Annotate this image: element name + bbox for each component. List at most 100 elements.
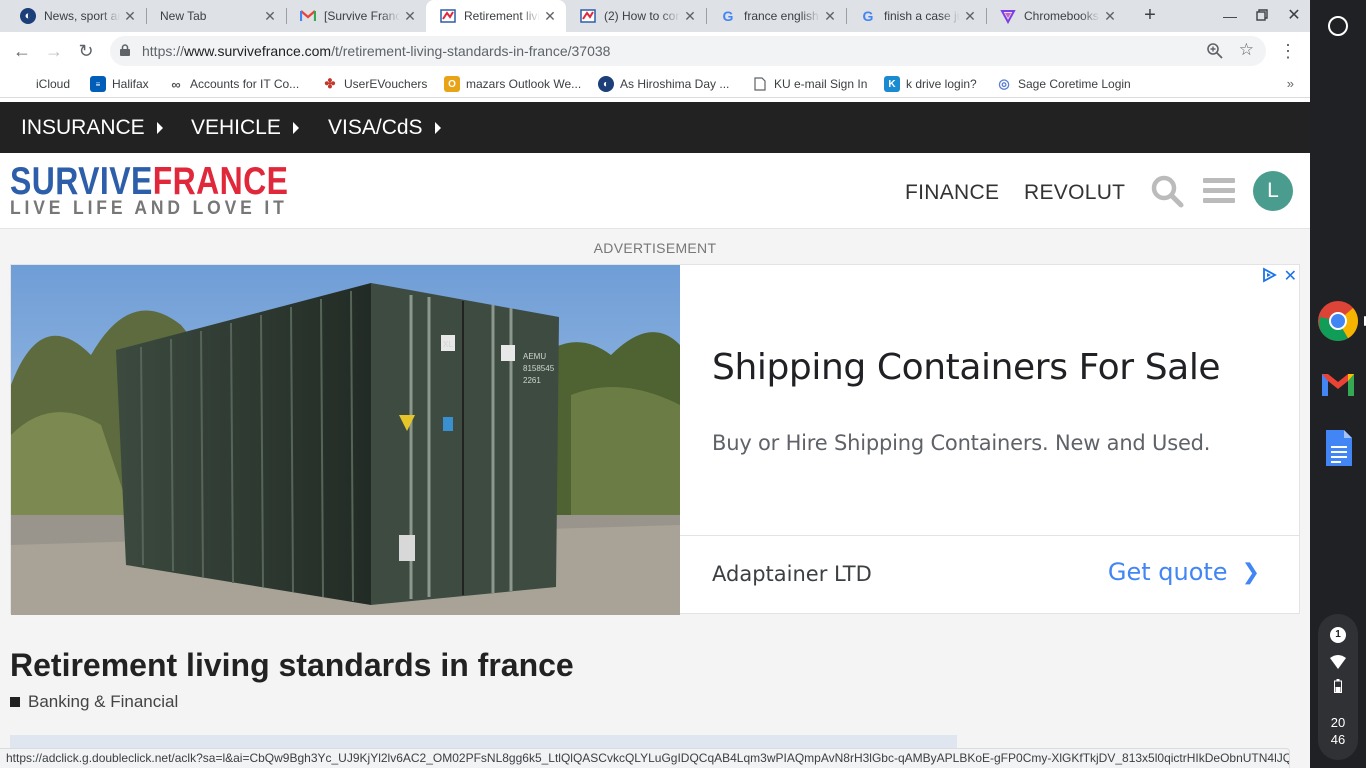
bookmark-item[interactable]: ≡ Halifax bbox=[90, 75, 149, 93]
ad-headline[interactable]: Shipping Containers For Sale bbox=[712, 347, 1221, 388]
bookmark-item[interactable]: ∞ Accounts for IT Co... bbox=[168, 75, 299, 93]
lock-icon[interactable] bbox=[120, 44, 130, 56]
tab-title: [Survive France bbox=[324, 9, 400, 23]
forward-icon[interactable]: → bbox=[42, 39, 66, 63]
close-icon[interactable]: ✕ bbox=[540, 8, 560, 25]
ad-cta-button[interactable]: Get quote ❯ bbox=[1108, 558, 1260, 586]
site-logo[interactable]: SURVIVEFRANCE LIVE LIFE AND LOVE IT bbox=[10, 162, 350, 218]
zoom-icon[interactable] bbox=[1206, 42, 1224, 60]
k-icon: K bbox=[884, 76, 900, 92]
nav-vehicle[interactable]: VEHICLE bbox=[191, 116, 299, 140]
nav-visa[interactable]: VISA/CdS bbox=[328, 116, 441, 140]
close-icon[interactable]: ✕ bbox=[1100, 8, 1120, 25]
close-icon[interactable]: ✕ bbox=[120, 8, 140, 25]
close-icon[interactable]: ✕ bbox=[820, 8, 840, 25]
launcher-icon[interactable] bbox=[1328, 16, 1348, 36]
site-header: SURVIVEFRANCE LIVE LIFE AND LOVE IT FINA… bbox=[0, 153, 1310, 229]
tab-title: france english bbox=[744, 9, 819, 23]
browser-menu-icon[interactable]: ⋮ bbox=[1278, 40, 1298, 62]
header-link-revolut[interactable]: REVOLUT bbox=[1024, 181, 1125, 205]
advertisement[interactable]: XL AEMU 8158545 2261 ✕ Shipping Containe… bbox=[10, 264, 1300, 615]
tab[interactable]: G france english ✕ bbox=[706, 0, 846, 32]
bookmark-label: Halifax bbox=[112, 77, 149, 91]
tab-title: News, sport and bbox=[44, 9, 120, 23]
bookmark-label: KU e-mail Sign In bbox=[774, 77, 868, 91]
bookmark-item[interactable]: ◐ As Hiroshima Day ... bbox=[598, 75, 729, 93]
user-avatar[interactable]: L bbox=[1253, 171, 1293, 211]
docs-icon[interactable] bbox=[1316, 426, 1360, 470]
adchoices-icon[interactable] bbox=[1261, 267, 1277, 283]
clock[interactable]: 20 46 bbox=[1318, 714, 1358, 748]
vouchers-icon: ✤ bbox=[324, 76, 336, 91]
reload-icon[interactable]: ↻ bbox=[74, 39, 98, 63]
tab[interactable]: (2) How to conv ✕ bbox=[566, 0, 706, 32]
tab-title: Retirement living bbox=[464, 9, 540, 23]
ad-description[interactable]: Buy or Hire Shipping Containers. New and… bbox=[712, 431, 1210, 455]
tab[interactable]: [Survive France ✕ bbox=[286, 0, 426, 32]
url-path: /t/retirement-living-standards-in-france… bbox=[331, 43, 611, 59]
link-icon: ∞ bbox=[171, 76, 181, 92]
close-icon[interactable]: ✕ bbox=[260, 8, 280, 25]
category-label: Banking & Financial bbox=[28, 692, 179, 711]
close-icon[interactable]: ✕ bbox=[400, 8, 420, 25]
chrome-icon[interactable] bbox=[1316, 299, 1360, 343]
tab[interactable]: ◐ News, sport and ✕ bbox=[6, 0, 146, 32]
hamburger-menu-icon[interactable] bbox=[1203, 178, 1235, 206]
url-prefix: https:// bbox=[142, 43, 185, 59]
nav-insurance[interactable]: INSURANCE bbox=[21, 116, 163, 140]
notification-count[interactable]: 1 bbox=[1330, 627, 1346, 643]
header-link-finance[interactable]: FINANCE bbox=[905, 181, 999, 205]
bookmarks-overflow-icon[interactable]: » bbox=[1287, 76, 1294, 91]
close-window-icon[interactable]: ✕ bbox=[1284, 6, 1304, 26]
gmail-icon[interactable] bbox=[1316, 362, 1360, 406]
nav-label: INSURANCE bbox=[21, 116, 145, 139]
restore-icon[interactable] bbox=[1252, 6, 1272, 26]
outlook-icon: O bbox=[444, 76, 460, 92]
advertisement-label: ADVERTISEMENT bbox=[593, 240, 717, 256]
bookmark-item[interactable]: KU e-mail Sign In bbox=[752, 75, 867, 93]
container-code: 2261 bbox=[523, 376, 541, 385]
survivefrance-icon bbox=[580, 8, 596, 24]
container-code: 8158545 bbox=[523, 364, 555, 373]
shipping-container-image[interactable]: XL AEMU 8158545 2261 bbox=[11, 265, 680, 615]
tab-active[interactable]: Retirement living ✕ bbox=[426, 0, 566, 32]
back-icon[interactable]: ← bbox=[10, 39, 34, 63]
bookmark-item[interactable]: K k drive login? bbox=[884, 75, 977, 93]
apple-icon bbox=[14, 76, 30, 92]
new-tab-button[interactable]: + bbox=[1138, 4, 1162, 28]
ad-close-icon[interactable]: ✕ bbox=[1284, 266, 1297, 286]
bookmark-label: Sage Coretime Login bbox=[1018, 77, 1131, 91]
address-bar[interactable]: https://www.survivefrance.com/t/retireme… bbox=[110, 36, 1266, 66]
nav-label: VISA/CdS bbox=[328, 116, 423, 139]
gmail-icon bbox=[300, 8, 316, 24]
logo-part-france: FRANCE bbox=[152, 160, 289, 203]
survivefrance-icon bbox=[440, 8, 456, 24]
bookmark-star-icon[interactable]: ☆ bbox=[1239, 40, 1254, 60]
tab-strip: ◐ News, sport and ✕ New Tab ✕ [Survive F… bbox=[0, 0, 1310, 32]
site-top-nav: INSURANCE VEHICLE VISA/CdS bbox=[0, 102, 1310, 153]
ad-advertiser[interactable]: Adaptainer LTD bbox=[712, 562, 872, 586]
chevron-right-icon: ❯ bbox=[1241, 559, 1260, 585]
globe-icon: ◐ bbox=[20, 8, 36, 24]
bookmark-item[interactable]: iCloud bbox=[14, 75, 70, 93]
close-icon[interactable]: ✕ bbox=[680, 8, 700, 25]
article-category[interactable]: Banking & Financial bbox=[10, 692, 178, 712]
category-square-icon bbox=[10, 697, 20, 707]
page-icon bbox=[752, 76, 768, 92]
bookmark-item[interactable]: ✤ UserEVouchers bbox=[322, 75, 428, 93]
logo-part-survive: SURVIVE bbox=[10, 160, 153, 203]
status-tray[interactable]: 1 20 46 bbox=[1318, 614, 1358, 760]
close-icon[interactable]: ✕ bbox=[960, 8, 980, 25]
tab-title: Chromebooks bbox=[1024, 9, 1099, 23]
tab[interactable]: New Tab ✕ bbox=[146, 0, 286, 32]
minimize-icon[interactable]: — bbox=[1220, 6, 1240, 26]
browser-toolbar: ← → ↻ https://www.survivefrance.com/t/re… bbox=[0, 32, 1310, 70]
search-icon[interactable] bbox=[1149, 173, 1185, 209]
tab[interactable]: Chromebooks ✕ bbox=[986, 0, 1126, 32]
url-text[interactable]: https://www.survivefrance.com/t/retireme… bbox=[142, 43, 610, 59]
bookmark-item[interactable]: O mazars Outlook We... bbox=[444, 75, 581, 93]
os-shelf: 1 20 46 bbox=[1310, 0, 1366, 768]
bookmark-item[interactable]: ◎ Sage Coretime Login bbox=[996, 75, 1131, 93]
tab[interactable]: G finish a case ju ✕ bbox=[846, 0, 986, 32]
google-icon: G bbox=[862, 8, 874, 24]
